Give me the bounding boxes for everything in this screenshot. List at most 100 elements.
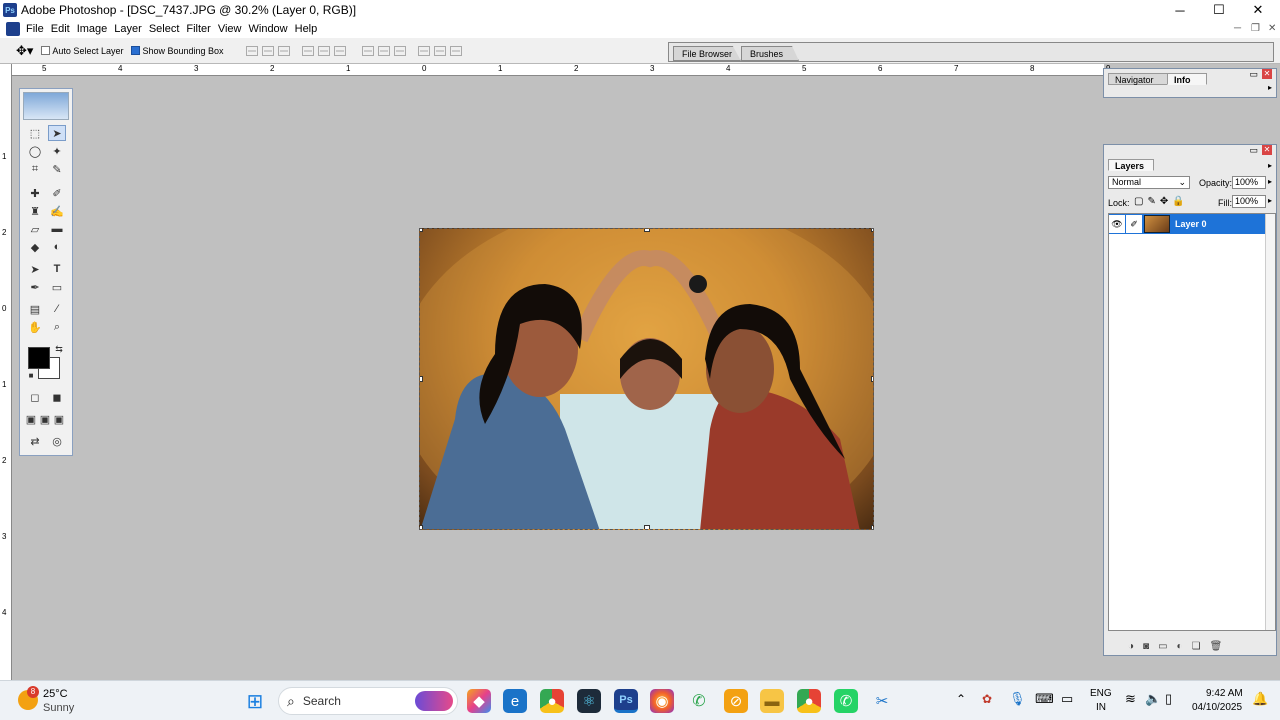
transform-handle[interactable] xyxy=(871,525,873,529)
magic-wand-tool-icon[interactable]: ✦ xyxy=(48,143,66,159)
weather-temp[interactable]: 25°C xyxy=(43,688,68,700)
eyedropper-tool-icon[interactable]: ⁄ xyxy=(48,301,66,317)
align-hcenter-icon[interactable] xyxy=(317,45,330,56)
opacity-slider-arrow-icon[interactable]: ▸ xyxy=(1268,177,1272,186)
clock-time[interactable]: 9:42 AM xyxy=(1206,688,1243,699)
battery-icon[interactable]: ▭ xyxy=(1061,691,1073,707)
hand-tool-icon[interactable]: ✋ xyxy=(26,319,44,335)
type-tool-icon[interactable]: T xyxy=(48,261,66,277)
menu-layer[interactable]: Layer xyxy=(114,23,149,35)
align-vcenter-icon[interactable] xyxy=(261,45,274,56)
show-bounding-box-checkbox[interactable]: Show Bounding Box xyxy=(131,46,224,56)
microphone-icon[interactable]: 🎙 xyxy=(1009,691,1026,707)
zoom-tool-icon[interactable]: ⌕ xyxy=(48,319,66,335)
history-brush-tool-icon[interactable]: ✍ xyxy=(48,203,66,219)
crop-tool-icon[interactable]: ⌗ xyxy=(26,161,44,177)
distribute-right-icon[interactable] xyxy=(449,45,462,56)
keyboard-icon[interactable]: ⌨ xyxy=(1035,691,1054,707)
distribute-vcenter-icon[interactable] xyxy=(377,45,390,56)
add-mask-icon[interactable]: ◙ xyxy=(1143,641,1158,652)
panel-menu-icon[interactable]: ▸ xyxy=(1268,83,1272,92)
layer-style-icon[interactable]: ◑ xyxy=(1128,641,1143,652)
wifi-icon[interactable]: ≋ xyxy=(1125,691,1136,707)
chrome-profile-icon[interactable]: ● xyxy=(797,689,821,713)
move-tool-preset-icon[interactable]: ✥▾ xyxy=(16,43,33,59)
tab-file-browser[interactable]: File Browser xyxy=(673,46,741,61)
foreground-color-swatch[interactable] xyxy=(28,347,50,369)
dodge-tool-icon[interactable]: ◐ xyxy=(48,239,66,255)
tab-brushes[interactable]: Brushes xyxy=(741,46,799,61)
align-left-icon[interactable] xyxy=(301,45,314,56)
eye-icon[interactable]: 👁 xyxy=(1109,215,1125,233)
transform-handle[interactable] xyxy=(420,229,423,232)
default-colors-icon[interactable]: ■ xyxy=(22,367,40,383)
full-screen-menu-mode-icon[interactable]: ▣ xyxy=(38,411,52,427)
clock-date[interactable]: 04/10/2025 xyxy=(1192,702,1242,713)
opacity-input[interactable]: 100% xyxy=(1232,176,1266,189)
language-top[interactable]: ENG xyxy=(1090,688,1112,699)
panel-minimize-icon[interactable]: ▭ xyxy=(1249,69,1258,80)
photoshop-taskbar-icon[interactable]: Ps xyxy=(614,689,638,713)
tab-info[interactable]: Info xyxy=(1167,73,1207,85)
jump-to-imageready-icon[interactable]: ⇄ xyxy=(26,433,44,449)
distribute-bottom-icon[interactable] xyxy=(393,45,406,56)
quick-mask-mode-icon[interactable]: ◼ xyxy=(48,389,66,405)
pen-tool-icon[interactable]: ✒ xyxy=(26,279,44,295)
standard-mode-icon[interactable]: ◻ xyxy=(26,389,44,405)
align-right-icon[interactable] xyxy=(333,45,346,56)
taskbar-search[interactable]: ⌕ Search xyxy=(278,687,458,715)
auto-select-layer-checkbox[interactable]: Auto Select Layer xyxy=(41,46,123,56)
whatsapp-icon[interactable]: ✆ xyxy=(834,689,858,713)
start-windows-icon[interactable]: ⊞ xyxy=(243,689,267,713)
transform-handle[interactable] xyxy=(420,525,423,529)
whatsapp-outline-icon[interactable]: ✆ xyxy=(687,689,711,713)
menu-window[interactable]: Window xyxy=(249,23,295,35)
imageready-icon[interactable]: ◎ xyxy=(48,433,66,449)
battery-status-icon[interactable]: ▯ xyxy=(1165,691,1172,707)
notification-bell-icon[interactable]: 🔔 xyxy=(1252,691,1268,707)
path-selection-tool-icon[interactable]: ➤ xyxy=(26,261,44,277)
eraser-tool-icon[interactable]: ▱ xyxy=(26,221,44,237)
marquee-tool-icon[interactable]: ⬚ xyxy=(26,125,44,141)
minimize-button[interactable]: ─ xyxy=(1160,0,1200,20)
new-set-icon[interactable]: ▭ xyxy=(1158,641,1176,652)
language-bottom[interactable]: IN xyxy=(1096,702,1106,713)
react-app-icon[interactable]: ⚛ xyxy=(577,689,601,713)
ruler-left[interactable]: 12012345 xyxy=(0,64,12,693)
close-button[interactable]: ✕ xyxy=(1238,0,1278,20)
notes-tool-icon[interactable]: ▤ xyxy=(26,301,44,317)
firefox-icon[interactable]: ◉ xyxy=(650,689,674,713)
shape-tool-icon[interactable]: ▭ xyxy=(48,279,66,295)
link-app-icon[interactable]: ⊘ xyxy=(724,689,748,713)
healing-brush-tool-icon[interactable]: ✚ xyxy=(26,185,44,201)
chevron-up-icon[interactable]: ⌃ xyxy=(956,692,966,706)
document-canvas-image[interactable] xyxy=(419,228,874,530)
lasso-tool-icon[interactable]: ◯ xyxy=(26,143,44,159)
transform-handle[interactable] xyxy=(871,229,873,232)
volume-icon[interactable]: 🔈 xyxy=(1145,691,1161,707)
swap-colors-icon[interactable]: ⇆ xyxy=(50,341,68,357)
panel-minimize-icon[interactable]: ▭ xyxy=(1249,145,1258,156)
gradient-tool-icon[interactable]: ▬ xyxy=(48,221,66,237)
weather-desc[interactable]: Sunny xyxy=(43,702,74,714)
new-layer-icon[interactable]: ❏ xyxy=(1192,641,1210,652)
menu-select[interactable]: Select xyxy=(149,23,187,35)
panel-close-icon[interactable]: ✕ xyxy=(1262,69,1272,79)
align-top-icon[interactable] xyxy=(245,45,258,56)
transform-handle[interactable] xyxy=(644,229,650,232)
menu-image[interactable]: Image xyxy=(77,23,115,35)
tab-navigator[interactable]: Navigator xyxy=(1108,73,1168,85)
panel-close-icon[interactable]: ✕ xyxy=(1262,145,1272,155)
adjustment-layer-icon[interactable]: ◐ xyxy=(1177,641,1192,652)
fill-slider-arrow-icon[interactable]: ▸ xyxy=(1268,196,1272,205)
lock-icons[interactable]: ▢✎✥🔒 xyxy=(1134,196,1189,207)
adobe-eye-logo[interactable] xyxy=(23,92,69,120)
tab-layers[interactable]: Layers xyxy=(1108,159,1154,171)
fill-input[interactable]: 100% xyxy=(1232,195,1266,208)
menu-edit[interactable]: Edit xyxy=(51,23,77,35)
brush-link-icon[interactable]: ✐ xyxy=(1126,215,1142,233)
transform-handle[interactable] xyxy=(644,525,650,529)
ruler-top[interactable]: 543210123456789 xyxy=(12,64,1110,76)
menu-file[interactable]: File xyxy=(26,23,51,35)
distribute-top-icon[interactable] xyxy=(361,45,374,56)
